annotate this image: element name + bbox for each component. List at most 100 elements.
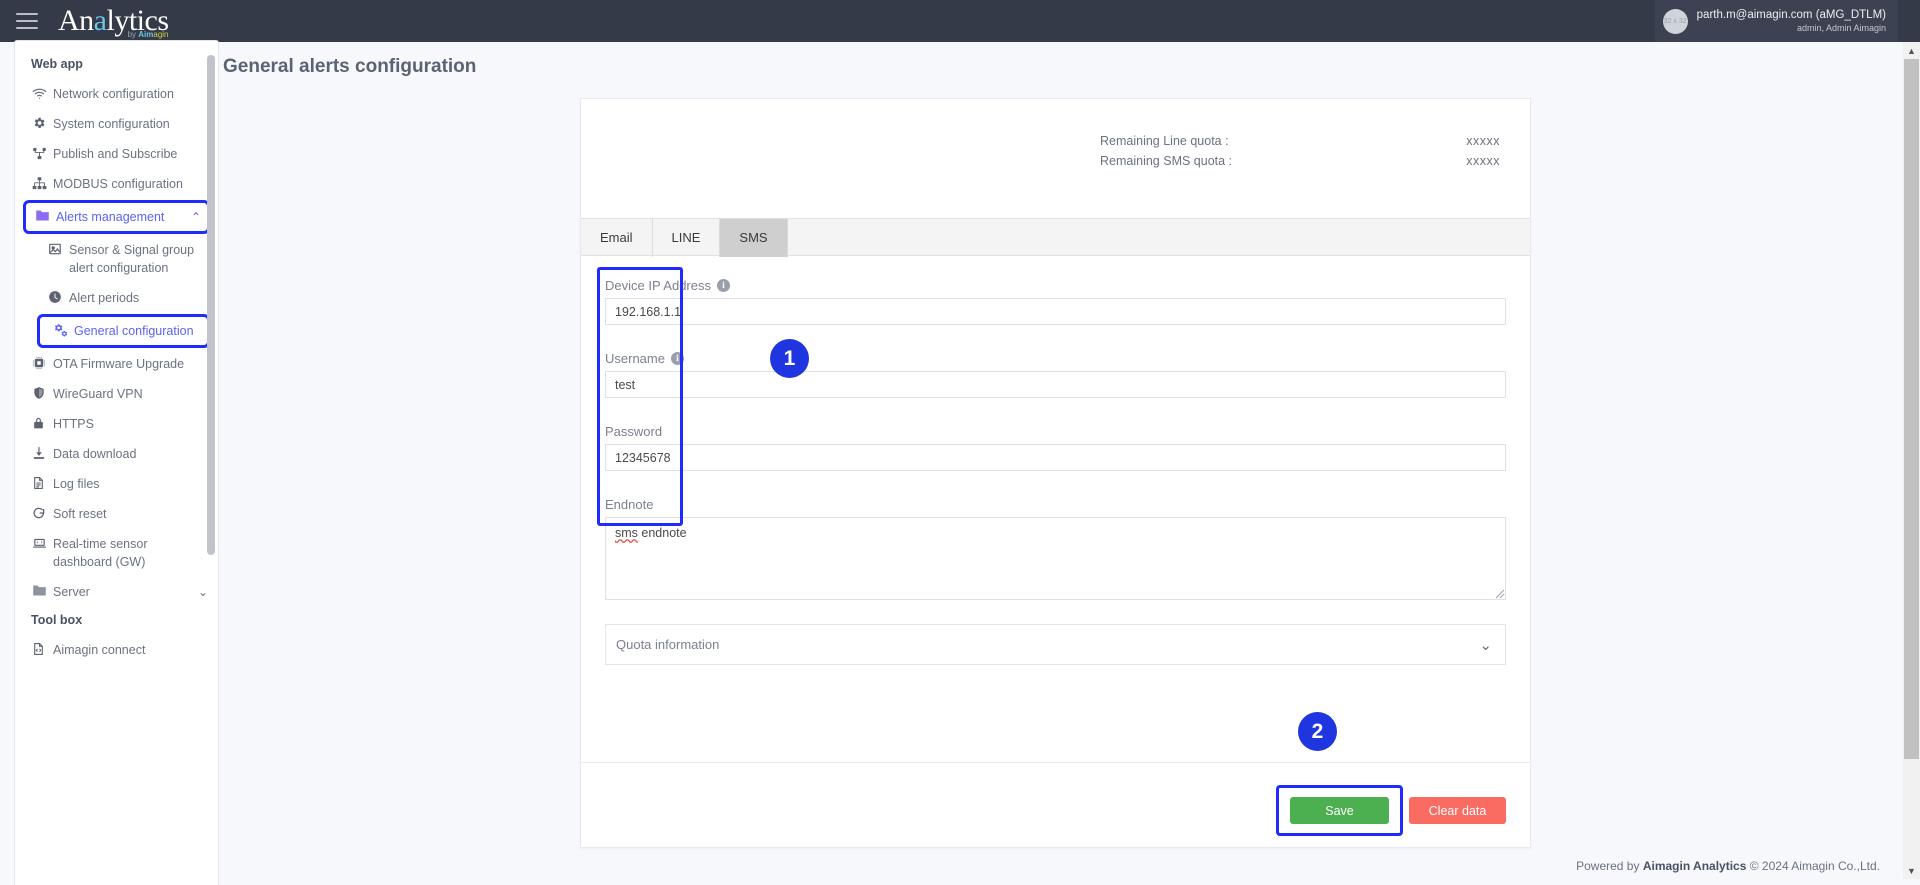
password-label: Password (605, 424, 1506, 439)
sidebar-item-label: OTA Firmware Upgrade (53, 355, 208, 373)
sidebar-item-soft-reset[interactable]: Soft reset (15, 499, 218, 529)
sidebar-item-label: Alerts management (56, 208, 187, 226)
sidebar-section-toolbox: Tool box (15, 607, 218, 635)
page-title: General alerts configuration (223, 42, 1920, 78)
tab-email[interactable]: Email (581, 219, 653, 257)
quota-summary: Remaining Line quota : xxxxx Remaining S… (1100, 131, 1500, 171)
sidebar-item-log-files[interactable]: Log files (15, 469, 218, 499)
footer-suffix: © 2024 Aimagin Co.,Ltd. (1746, 859, 1880, 873)
app-logo-part1: An (58, 4, 94, 37)
username-input[interactable] (605, 371, 1506, 398)
avatar: 32 x 32 (1663, 9, 1688, 34)
footer-prefix: Powered by (1576, 859, 1643, 873)
clock-icon (48, 289, 69, 304)
endnote-label: Endnote (605, 497, 1506, 512)
gears-icon (53, 322, 74, 338)
file-code-icon (32, 641, 53, 656)
sidebar-item-alerts-management[interactable]: Alerts management ⌃ (23, 200, 210, 234)
action-buttons: Save Clear data (1276, 785, 1506, 836)
endnote-textarea[interactable]: sms endnote (605, 517, 1506, 600)
sidebar-item-ota-firmware-upgrade[interactable]: OTA Firmware Upgrade (15, 349, 218, 379)
info-icon[interactable]: i (717, 279, 730, 292)
tab-line[interactable]: LINE (653, 219, 721, 257)
sidebar-scrollbar-thumb[interactable] (207, 55, 215, 555)
hamburger-icon[interactable] (16, 13, 38, 29)
sidebar-item-label: Log files (53, 475, 208, 493)
quota-line-value: xxxxx (1466, 131, 1500, 151)
refresh-icon (32, 505, 53, 520)
sidebar-item-wireguard-vpn[interactable]: WireGuard VPN (15, 379, 218, 409)
chevron-up-icon: ⌃ (187, 208, 201, 226)
download-icon (32, 445, 53, 460)
share-icon (32, 145, 53, 161)
page-scrollbar-thumb[interactable] (1904, 59, 1919, 759)
endnote-rest-text: endnote (638, 526, 687, 540)
sidebar-item-label: Data download (53, 445, 208, 463)
clear-data-button[interactable]: Clear data (1409, 797, 1506, 824)
page-scrollbar[interactable]: ▲ ▼ (1903, 42, 1920, 879)
sidebar-item-server[interactable]: Server ⌄ (15, 577, 218, 607)
user-role: admin, Admin Aimagin (1797, 22, 1886, 34)
password-label-text: Password (605, 424, 662, 439)
sidebar-item-https[interactable]: HTTPS (15, 409, 218, 439)
sidebar-item-system-configuration[interactable]: System configuration (15, 109, 218, 139)
alerts-config-card: Remaining Line quota : xxxxx Remaining S… (580, 98, 1531, 848)
gear-icon (32, 115, 53, 130)
quota-information-accordion[interactable]: Quota information ⌄ (605, 624, 1506, 665)
step-badge-1: 1 (770, 339, 809, 378)
scroll-up-arrow-icon[interactable]: ▲ (1903, 42, 1920, 59)
image-icon (48, 241, 69, 256)
sidebar-item-modbus-configuration[interactable]: MODBUS configuration (15, 169, 218, 199)
quota-row-line: Remaining Line quota : xxxxx (1100, 131, 1500, 151)
sidebar-item-sensor-signal-group-alert-configuration[interactable]: Sensor & Signal group alert configuratio… (15, 235, 218, 283)
sidebar-section-webapp: Web app (15, 51, 218, 79)
quota-sms-label: Remaining SMS quota : (1100, 151, 1232, 171)
quota-line-label: Remaining Line quota : (1100, 131, 1229, 151)
sidebar-item-data-download[interactable]: Data download (15, 439, 218, 469)
sidebar-item-aimagin-connect[interactable]: Aimagin connect (15, 635, 218, 665)
save-button[interactable]: Save (1290, 797, 1389, 824)
device-ip-label: Device IP Address i (605, 278, 1506, 293)
card-footer: Save Clear data (581, 762, 1530, 847)
logo-sub-by: by (128, 30, 139, 39)
field-device-ip: Device IP Address i (605, 278, 1506, 325)
user-menu[interactable]: 32 x 32 parth.m@aimagin.com (aMG_DTLM) a… (1655, 0, 1898, 42)
sidebar-item-general-configuration[interactable]: General configuration (37, 314, 210, 348)
chevron-down-icon: ⌄ (1479, 636, 1492, 654)
user-email: parth.m@aimagin.com (aMG_DTLM) (1697, 8, 1886, 22)
sidebar-item-label: Real-time sensor dashboard (GW) (53, 535, 208, 571)
chip-icon (32, 355, 53, 370)
sidebar-item-label: Sensor & Signal group alert configuratio… (69, 241, 208, 277)
sidebar-item-label: Alert periods (69, 289, 208, 307)
shield-icon (32, 385, 53, 400)
logo-sub-aim: Aim (138, 30, 153, 39)
laptop-icon (32, 535, 53, 550)
quota-row-sms: Remaining SMS quota : xxxxx (1100, 151, 1500, 171)
device-ip-label-text: Device IP Address (605, 278, 711, 293)
sidebar-scrollbar[interactable] (207, 47, 215, 879)
sidebar-item-label: Network configuration (53, 85, 208, 103)
sidebar-item-publish-and-subscribe[interactable]: Publish and Subscribe (15, 139, 218, 169)
sidebar-item-label: System configuration (53, 115, 208, 133)
step-badge-2: 2 (1298, 712, 1337, 751)
footer-brand: Aimagin Analytics (1643, 859, 1747, 873)
sidebar-item-realtime-sensor-dashboard[interactable]: Real-time sensor dashboard (GW) (15, 529, 218, 577)
device-ip-input[interactable] (605, 298, 1506, 325)
main-content: General alerts configuration Remaining L… (223, 42, 1920, 879)
sidebar: Web app Network configuration System con… (14, 40, 219, 885)
quota-information-label: Quota information (616, 637, 719, 652)
info-icon[interactable]: i (671, 352, 684, 365)
app-logo-subtitle: by Aimagin (128, 31, 169, 39)
sidebar-item-network-configuration[interactable]: Network configuration (15, 79, 218, 109)
scroll-down-arrow-icon[interactable]: ▼ (1903, 862, 1920, 879)
endnote-misspelled-word: sms (615, 526, 638, 540)
channel-tabs: Email LINE SMS (581, 218, 1530, 256)
password-input[interactable] (605, 444, 1506, 471)
sidebar-item-alert-periods[interactable]: Alert periods (15, 283, 218, 313)
field-password: Password (605, 424, 1506, 471)
endnote-label-text: Endnote (605, 497, 653, 512)
wifi-icon (32, 85, 53, 101)
tab-sms[interactable]: SMS (720, 219, 787, 257)
field-username: Username i (605, 351, 1506, 398)
app-logo[interactable]: Analytics by Aimagin (58, 6, 169, 36)
